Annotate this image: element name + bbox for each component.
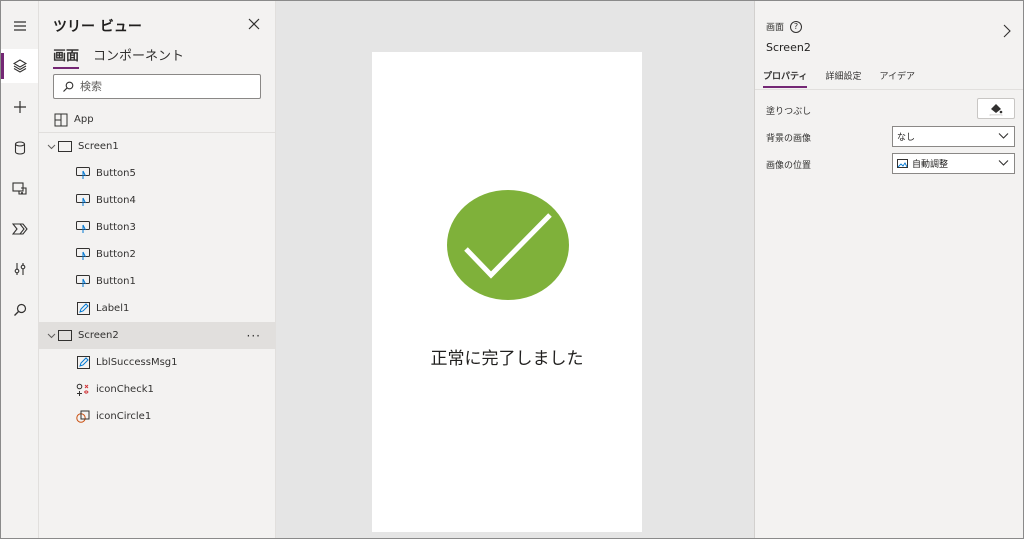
tree-item-label: Button5	[96, 168, 136, 179]
button-control-icon	[75, 221, 91, 235]
tree-item-label: LblSuccessMsg1	[96, 357, 178, 368]
tree-item-button1[interactable]: Button1	[39, 268, 275, 295]
tree-item-button2[interactable]: Button2	[39, 241, 275, 268]
tab-advanced[interactable]: 詳細設定	[825, 69, 861, 88]
button-control-icon	[75, 275, 91, 289]
tree-view-layers-icon[interactable]	[1, 49, 38, 83]
chevron-down-icon[interactable]	[45, 144, 57, 150]
left-rail	[1, 1, 39, 538]
tree-item-lblsuccessmsg1[interactable]: LblSuccessMsg1	[39, 349, 275, 376]
background-image-label: 背景の画像	[766, 134, 812, 144]
properties-tabs: プロパティ 詳細設定 アイデア	[763, 69, 915, 88]
tree-item-button3[interactable]: Button3	[39, 214, 275, 241]
search-icon[interactable]	[1, 293, 38, 327]
tree-item-iconcheck1[interactable]: iconCheck1	[39, 376, 275, 403]
background-image-value: なし	[897, 133, 916, 143]
properties-panel: 画面 ? Screen2 プロパティ 詳細設定 アイデア 塗りつぶし 背景の画像…	[754, 1, 1023, 538]
tree-item-label: Button1	[96, 276, 136, 287]
image-position-value: 自動調整	[912, 160, 949, 170]
tree-item-screen1[interactable]: Screen1	[39, 133, 275, 160]
screen-icon	[57, 329, 73, 343]
tree-item-label: iconCircle1	[96, 411, 152, 422]
control-type-heading: 画面 ?	[766, 20, 803, 33]
tree-search-input[interactable]	[80, 80, 250, 93]
tree-item-button5[interactable]: Button5	[39, 160, 275, 187]
paint-bucket-icon	[989, 103, 1003, 116]
image-position-dropdown[interactable]: 自動調整	[892, 153, 1015, 174]
success-message-label[interactable]: 正常に完了しました	[372, 344, 642, 369]
background-image-dropdown[interactable]: なし	[892, 126, 1015, 147]
button-control-icon	[75, 167, 91, 181]
tree-item-label: Button4	[96, 195, 136, 206]
tree-item-label: Screen2	[78, 330, 119, 341]
data-database-icon[interactable]	[1, 131, 38, 165]
label-edit-icon	[75, 356, 91, 370]
tree-tabs: 画面 コンポーネント	[53, 45, 184, 69]
image-icon	[897, 159, 908, 168]
hamburger-menu-icon[interactable]	[1, 9, 38, 43]
icon-control-icon	[75, 383, 91, 397]
chevron-down-icon	[998, 133, 1009, 139]
app-screen-preview[interactable]: 正常に完了しました	[372, 52, 642, 532]
tree-item-label: Label1	[96, 303, 130, 314]
tree-item-screen2[interactable]: Screen2 ···	[39, 322, 275, 349]
control-type-label: 画面	[766, 23, 785, 33]
tree-item-label: App	[74, 114, 94, 125]
app-icon	[53, 113, 69, 127]
tree-item-label1[interactable]: Label1	[39, 295, 275, 322]
help-icon[interactable]: ?	[790, 20, 803, 33]
tree-item-iconcircle1[interactable]: iconCircle1	[39, 403, 275, 430]
tree-item-label: iconCheck1	[96, 384, 154, 395]
success-check-circle-icon[interactable]	[446, 189, 570, 301]
advanced-tools-icon[interactable]	[1, 252, 38, 286]
tree-item-label: Button3	[96, 222, 136, 233]
chevron-down-icon	[998, 160, 1009, 166]
tree-item-label: Screen1	[78, 141, 119, 152]
chevron-down-icon[interactable]	[45, 333, 57, 339]
tree-item-label: Button2	[96, 249, 136, 260]
button-control-icon	[75, 248, 91, 262]
button-control-icon	[75, 194, 91, 208]
close-icon[interactable]	[247, 16, 263, 32]
tree-item-app[interactable]: App	[39, 106, 275, 133]
tree-view-panel: ツリー ビュー 画面 コンポーネント App	[39, 1, 276, 538]
tab-components[interactable]: コンポーネント	[93, 45, 184, 69]
more-options-button[interactable]: ···	[247, 329, 261, 343]
fill-color-button[interactable]	[977, 98, 1015, 119]
chevron-right-icon[interactable]	[1003, 23, 1011, 42]
tree-item-button4[interactable]: Button4	[39, 187, 275, 214]
media-icon[interactable]	[1, 171, 38, 205]
selected-screen-name: Screen2	[766, 41, 811, 54]
tab-screens[interactable]: 画面	[53, 45, 80, 69]
insert-plus-icon[interactable]	[1, 90, 38, 124]
design-canvas: 正常に完了しました	[276, 1, 754, 538]
tab-properties[interactable]: プロパティ	[763, 69, 808, 88]
label-edit-icon	[75, 302, 91, 316]
screen-icon	[57, 140, 73, 154]
power-automate-icon[interactable]	[1, 212, 38, 246]
tree-view-title: ツリー ビュー	[53, 19, 142, 35]
image-position-label: 画像の位置	[766, 161, 812, 171]
tab-ideas[interactable]: アイデア	[879, 69, 915, 88]
tree-search-box[interactable]	[53, 74, 261, 99]
shape-control-icon	[75, 410, 91, 424]
power-apps-studio-window: ツリー ビュー 画面 コンポーネント App	[0, 0, 1024, 539]
divider	[755, 89, 1023, 90]
fill-label: 塗りつぶし	[766, 107, 812, 117]
search-icon	[63, 81, 74, 92]
